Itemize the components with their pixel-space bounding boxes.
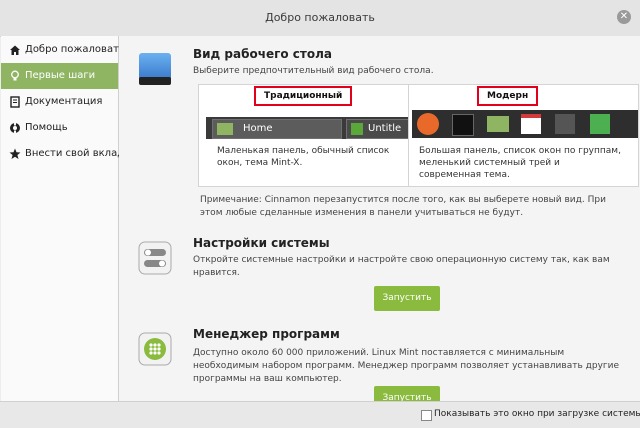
desktop-layout-subtitle: Выберите предпочтительный вид рабочего с… [193,66,434,76]
layout-options-panel: Традиционный Home Untitle Маленькая пане… [198,84,639,187]
sidebar: Добро пожаловать Первые шаги Документаци… [1,36,125,401]
sidebar-item-first-steps[interactable]: Первые шаги [1,63,118,89]
window-title: Добро пожаловать [265,11,375,24]
desktop-layout-title: Вид рабочего стола [193,47,333,61]
taskbar-item-label: Untitle [368,123,402,134]
taskbar-item: Untitle [346,119,408,139]
sidebar-item-welcome[interactable]: Добро пожаловать [1,37,125,63]
sidebar-item-label: Добро пожаловать [25,44,125,55]
sidebar-item-label: Документация [25,96,103,107]
show-on-startup-label[interactable]: Показывать это окно при загрузке системы [434,409,640,419]
lifebuoy-icon [9,122,21,134]
star-icon [9,148,21,160]
terminal-icon [452,114,474,136]
sidebar-item-label: Первые шаги [25,70,96,81]
system-settings-title: Настройки системы [193,236,330,250]
traditional-desc: Маленькая панель, обычный список окон, т… [217,146,390,168]
settings-icon [138,241,172,275]
sidebar-item-documentation[interactable]: Документация [1,89,118,115]
traditional-title: Традиционный [254,86,353,106]
spreadsheet-icon [590,114,610,134]
sidebar-item-help[interactable]: Помощь [1,115,118,141]
folder-icon [217,123,233,135]
home-icon [9,44,21,56]
taskbar-item: Home [212,119,342,139]
launch-settings-button[interactable]: Запустить [374,286,440,311]
divider [408,85,409,186]
modern-preview [412,110,638,138]
spreadsheet-icon [351,123,363,135]
main-content: Вид рабочего стола Выберите предпочтител… [119,36,640,401]
sidebar-item-label: Внести свой вклад [25,148,125,159]
software-manager-icon [138,332,172,366]
system-settings-desc: Откройте системные настройки и настройте… [193,255,610,278]
desktop-icon [138,52,172,86]
folder-icon [487,116,509,132]
close-icon[interactable]: ✕ [617,10,631,24]
lightbulb-icon [9,70,21,82]
footer: Показывать это окно при загрузке системы [0,401,640,428]
sidebar-item-label: Помощь [25,122,68,133]
show-on-startup-checkbox[interactable] [421,410,432,421]
modern-title: Модерн [477,86,539,106]
book-icon [9,96,21,108]
title-bar: Добро пожаловать ✕ [0,0,640,37]
desktop-layout-note: Примечание: Cinnamon перезапустится посл… [200,195,606,218]
software-manager-desc: Доступно около 60 000 приложений. Linux … [193,348,620,384]
calculator-icon [555,114,575,134]
software-manager-title: Менеджер программ [193,327,340,341]
launch-software-manager-button[interactable]: Запустить [374,386,440,401]
calendar-icon [521,114,541,134]
sidebar-item-contribute[interactable]: Внести свой вклад [1,141,124,167]
modern-desc: Большая панель, список окон по группам, … [419,146,621,180]
firefox-icon [417,113,439,135]
traditional-preview: Home Untitle [206,117,408,139]
taskbar-item-label: Home [243,123,273,134]
